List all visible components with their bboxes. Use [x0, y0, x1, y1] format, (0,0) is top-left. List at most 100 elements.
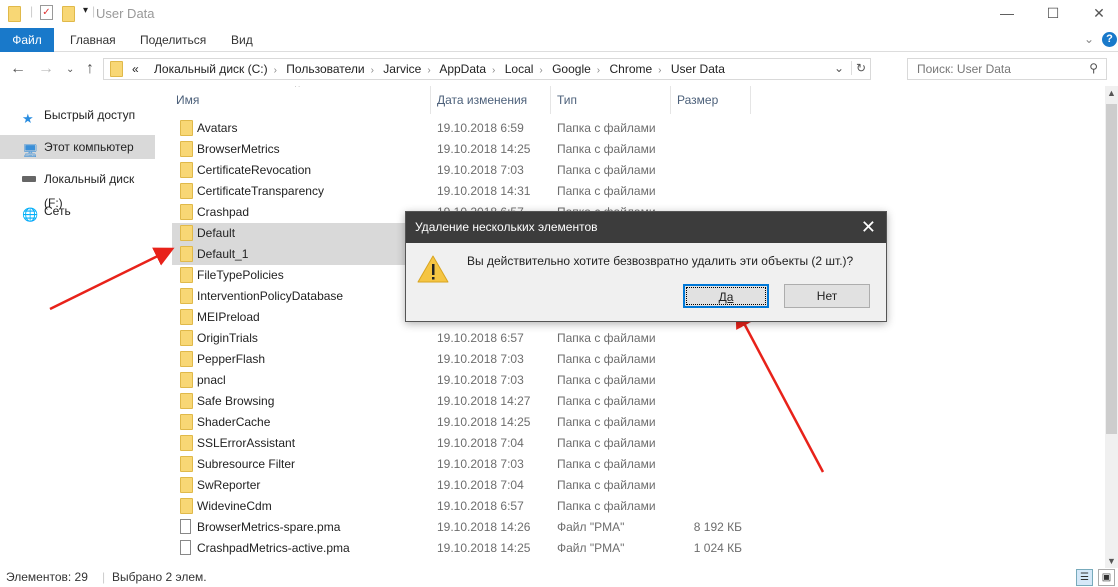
- address-bar[interactable]: « Локальный диск (C:) › Пользователи › Jar…: [103, 58, 871, 80]
- tab-home[interactable]: Главная: [56, 28, 130, 52]
- file-name: BrowserMetrics-spare.pma: [197, 520, 341, 534]
- refresh-icon[interactable]: ↻: [850, 61, 866, 75]
- back-icon[interactable]: ←: [10, 60, 26, 78]
- file-row[interactable]: BrowserMetrics-spare.pma 19.10.2018 14:2…: [172, 517, 750, 538]
- folder-icon: [180, 393, 193, 409]
- sidebar-item-this-pc[interactable]: 🖥 Этот компьютер: [0, 135, 155, 159]
- yes-button[interactable]: Да: [683, 284, 769, 308]
- scrollbar-thumb[interactable]: [1106, 104, 1117, 434]
- folder-icon: [180, 351, 193, 367]
- crumb-google[interactable]: Google: [552, 62, 591, 76]
- crumb-chrome[interactable]: Chrome: [609, 62, 652, 76]
- file-name: Default_1: [197, 247, 249, 261]
- tab-view[interactable]: Вид: [217, 28, 267, 52]
- column-header-date[interactable]: Дата изменения: [437, 93, 527, 107]
- scroll-up-icon[interactable]: ▲: [1107, 88, 1116, 98]
- maximize-button[interactable]: ☐: [1030, 0, 1076, 28]
- file-date: 19.10.2018 7:03: [437, 457, 524, 471]
- folder-icon: [180, 183, 193, 199]
- file-row[interactable]: ShaderCache 19.10.2018 14:25 Папка с фай…: [172, 412, 750, 433]
- file-list: ^ Имя Дата изменения Тип Размер Avatars …: [172, 86, 1105, 568]
- file-name: Default: [197, 226, 236, 240]
- file-name: Crashpad: [197, 205, 250, 219]
- recent-locations-icon[interactable]: ⌄: [66, 64, 74, 75]
- crumb-user-data[interactable]: User Data: [671, 62, 725, 76]
- crumb-users[interactable]: Пользователи: [286, 62, 364, 76]
- folder-icon: [180, 246, 193, 262]
- forward-icon[interactable]: →: [38, 60, 54, 78]
- file-row[interactable]: Subresource Filter 19.10.2018 7:03 Папка…: [172, 454, 750, 475]
- details-view-icon[interactable]: ☰: [1076, 569, 1093, 586]
- file-name: BrowserMetrics: [197, 142, 280, 156]
- dialog-close-button[interactable]: ✕: [861, 212, 876, 242]
- folder-icon: [180, 372, 193, 388]
- divider: |: [102, 570, 106, 584]
- up-icon[interactable]: ↑: [86, 60, 94, 78]
- new-folder-icon[interactable]: [62, 6, 75, 22]
- help-icon[interactable]: ?: [1102, 32, 1117, 47]
- no-button[interactable]: Нет: [784, 284, 870, 308]
- file-date: 19.10.2018 14:31: [437, 184, 531, 198]
- file-name: FileTypePolicies: [197, 268, 284, 282]
- sidebar-item-quick-access[interactable]: ★ Быстрый доступ: [0, 103, 155, 127]
- folder-icon: [110, 61, 123, 77]
- drive-icon: [22, 176, 36, 182]
- sidebar-item-label: Этот компьютер: [44, 140, 134, 154]
- file-name: pnacl: [197, 373, 226, 387]
- file-type: Папка с файлами: [557, 457, 656, 471]
- file-row[interactable]: OriginTrials 19.10.2018 6:57 Папка с фай…: [172, 328, 750, 349]
- vertical-scrollbar[interactable]: ▲ ▼: [1105, 86, 1118, 568]
- folder-icon: [180, 477, 193, 493]
- file-type: Папка с файлами: [557, 436, 656, 450]
- file-row[interactable]: WidevineCdm 19.10.2018 6:57 Папка с файл…: [172, 496, 750, 517]
- file-size: 8 192 КБ: [693, 520, 742, 534]
- properties-icon[interactable]: ✓: [40, 5, 53, 20]
- file-name: MEIPreload: [197, 310, 260, 324]
- expand-ribbon-icon[interactable]: ⌄: [1084, 32, 1094, 46]
- file-row[interactable]: PepperFlash 19.10.2018 7:03 Папка с файл…: [172, 349, 750, 370]
- folder-icon: [180, 498, 193, 514]
- crumb-appdata[interactable]: AppData: [439, 62, 486, 76]
- file-type: Папка с файлами: [557, 373, 656, 387]
- customize-toolbar-icon[interactable]: ▾: [83, 5, 88, 16]
- file-type: Папка с файлами: [557, 499, 656, 513]
- file-date: 19.10.2018 7:03: [437, 163, 524, 177]
- file-row[interactable]: BrowserMetrics 19.10.2018 14:25 Папка с …: [172, 139, 750, 160]
- file-row[interactable]: Safe Browsing 19.10.2018 14:27 Папка с ф…: [172, 391, 750, 412]
- folder-icon: [180, 120, 193, 136]
- window-title: User Data: [96, 6, 155, 21]
- address-dropdown-icon[interactable]: ⌄: [834, 61, 844, 75]
- file-row[interactable]: pnacl 19.10.2018 7:03 Папка с файлами: [172, 370, 750, 391]
- file-size: 1 024 КБ: [693, 541, 742, 555]
- file-name: OriginTrials: [197, 331, 258, 345]
- file-type: Файл "PMA": [557, 520, 625, 534]
- file-date: 19.10.2018 6:59: [437, 121, 524, 135]
- column-header-size[interactable]: Размер: [677, 93, 718, 107]
- file-row[interactable]: CertificateRevocation 19.10.2018 7:03 Па…: [172, 160, 750, 181]
- file-row[interactable]: SwReporter 19.10.2018 7:04 Папка с файла…: [172, 475, 750, 496]
- scroll-down-icon[interactable]: ▼: [1107, 556, 1116, 566]
- large-icons-view-icon[interactable]: ▣: [1098, 569, 1115, 586]
- folder-icon: [180, 456, 193, 472]
- tab-file[interactable]: Файл: [0, 28, 54, 52]
- column-header-type[interactable]: Тип: [557, 93, 577, 107]
- file-row[interactable]: CrashpadMetrics-active.pma 19.10.2018 14…: [172, 538, 750, 559]
- sidebar-item-drive-f[interactable]: Локальный диск (F:): [0, 167, 155, 210]
- file-type: Файл "PMA": [557, 541, 625, 555]
- dialog-message: Вы действительно хотите безвозвратно уда…: [467, 254, 854, 268]
- close-button[interactable]: ✕: [1076, 0, 1118, 28]
- sidebar-item-network[interactable]: 🌐 Сеть: [0, 199, 155, 223]
- file-row[interactable]: Avatars 19.10.2018 6:59 Папка с файлами: [172, 118, 750, 139]
- search-input[interactable]: Поиск: User Data ⚲: [907, 58, 1107, 80]
- column-header-name[interactable]: Имя: [176, 93, 199, 107]
- folder-icon: [180, 435, 193, 451]
- crumb-drive[interactable]: Локальный диск (C:): [154, 62, 268, 76]
- sidebar-item-label: Быстрый доступ: [44, 108, 136, 122]
- tab-share[interactable]: Поделиться: [126, 28, 220, 52]
- file-row[interactable]: CertificateTransparency 19.10.2018 14:31…: [172, 181, 750, 202]
- file-row[interactable]: SSLErrorAssistant 19.10.2018 7:04 Папка …: [172, 433, 750, 454]
- crumb-user[interactable]: Jarvice: [383, 62, 421, 76]
- crumb-overflow[interactable]: «: [132, 62, 139, 76]
- minimize-button[interactable]: —: [984, 0, 1030, 28]
- crumb-local[interactable]: Local: [505, 62, 534, 76]
